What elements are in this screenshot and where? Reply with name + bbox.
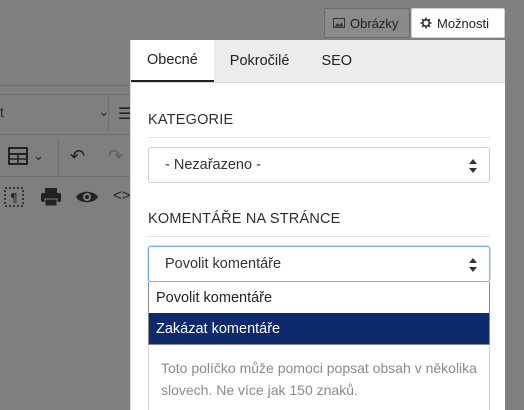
toolbar-divider <box>0 94 135 95</box>
images-tab-button[interactable]: Obrázky <box>324 8 410 38</box>
tab-advanced[interactable]: Pokročilé <box>214 40 306 82</box>
gear-icon <box>420 17 432 29</box>
tab-seo[interactable]: SEO <box>305 40 368 82</box>
comments-select-value: Povolit komentáře <box>165 256 282 272</box>
chevron-down-icon: ⌄ <box>33 148 44 163</box>
toolbar-divider <box>0 134 135 135</box>
toolbar-divider <box>0 176 135 177</box>
category-select-value: - Nezařazeno - <box>165 157 261 173</box>
comments-dropdown: Povolit komentáře Zakázat komentáře <box>148 282 490 345</box>
options-panel: Obecné Pokročilé SEO KATEGORIE - Nezařaz… <box>130 40 505 410</box>
image-icon <box>333 18 345 28</box>
comments-option-disable[interactable]: Zakázat komentáře <box>149 313 489 344</box>
show-blocks-icon[interactable]: ¶ <box>4 187 24 210</box>
format-select-value[interactable]: t <box>0 104 4 120</box>
redo-icon[interactable]: ↷ <box>108 147 123 165</box>
section-divider <box>148 236 490 237</box>
print-icon[interactable] <box>40 188 62 209</box>
select-arrows-icon <box>469 258 477 272</box>
options-tab-label: Možnosti <box>437 15 490 31</box>
comments-select[interactable]: Povolit komentáře <box>148 246 490 282</box>
panel-tabs: Obecné Pokročilé SEO <box>131 40 505 83</box>
source-code-icon[interactable]: <> <box>113 187 131 205</box>
toolbar-divider <box>0 85 135 86</box>
toolbar-separator <box>58 140 59 174</box>
comments-heading: KOMENTÁŘE NA STRÁNCE <box>148 211 341 227</box>
select-arrows-icon <box>469 159 477 173</box>
preview-eye-icon[interactable] <box>75 188 99 209</box>
toolbar-separator <box>108 96 109 132</box>
svg-text:¶: ¶ <box>10 191 18 205</box>
section-divider <box>148 137 490 138</box>
category-select[interactable]: - Nezařazeno - <box>148 147 490 183</box>
options-tab-button[interactable]: Možnosti <box>411 8 505 38</box>
undo-icon[interactable]: ↶ <box>70 147 85 165</box>
category-heading: KATEGORIE <box>148 112 234 128</box>
description-textarea[interactable]: Toto políčko může pomoci popsat obsah v … <box>148 347 490 410</box>
comments-option-allow[interactable]: Povolit komentáře <box>149 282 489 313</box>
tab-general[interactable]: Obecné <box>131 40 214 82</box>
table-icon[interactable] <box>8 147 28 168</box>
images-tab-label: Obrázky <box>350 15 399 31</box>
description-placeholder: Toto políčko může pomoci popsat obsah v … <box>161 360 477 398</box>
